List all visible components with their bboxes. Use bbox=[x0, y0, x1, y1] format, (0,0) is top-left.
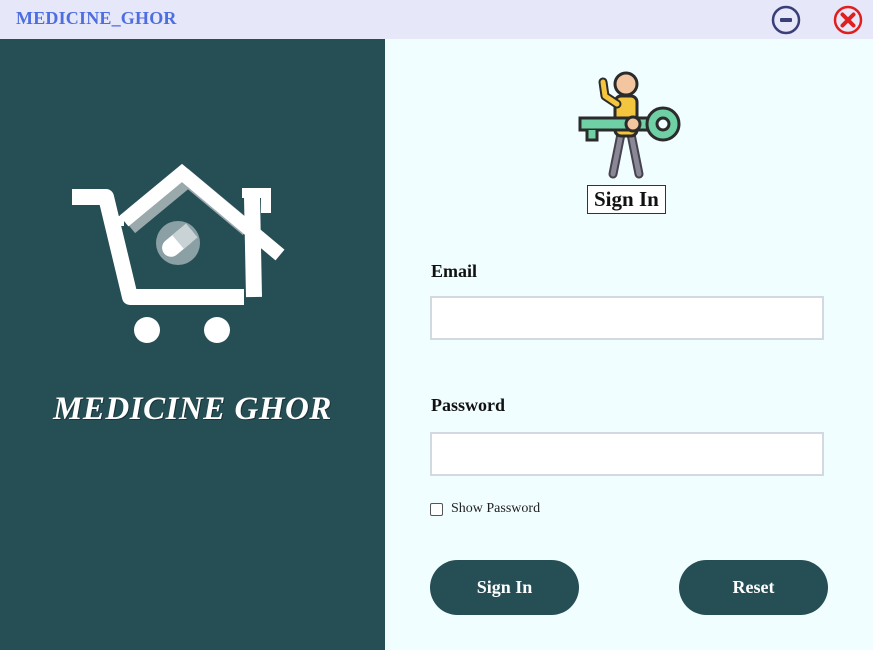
signin-button[interactable]: Sign In bbox=[430, 560, 579, 615]
email-label: Email bbox=[431, 261, 478, 281]
password-label: Password bbox=[431, 395, 506, 415]
signin-form: Sign In Email Password Show Password Sig… bbox=[385, 39, 873, 650]
show-password-checkbox[interactable] bbox=[430, 502, 443, 516]
show-password-toggle[interactable]: Show Password bbox=[430, 501, 540, 517]
minus-circle-icon bbox=[771, 5, 801, 35]
title-bar: MEDICINE_GHOR bbox=[0, 0, 873, 39]
password-field[interactable] bbox=[430, 432, 824, 476]
minimize-button[interactable] bbox=[771, 5, 801, 35]
show-password-label[interactable]: Show Password bbox=[451, 501, 540, 517]
signin-heading: Sign In bbox=[587, 185, 666, 214]
person-with-key-icon bbox=[578, 71, 681, 179]
brand-panel: MEDICINE GHOR bbox=[0, 39, 385, 650]
cart-house-pill-logo bbox=[72, 163, 285, 343]
app-title: MEDICINE_GHOR bbox=[16, 8, 177, 28]
reset-button[interactable]: Reset bbox=[679, 560, 828, 615]
close-circle-icon bbox=[833, 5, 863, 35]
brand-name: MEDICINE GHOR bbox=[53, 391, 332, 427]
close-button[interactable] bbox=[833, 5, 863, 35]
email-field[interactable] bbox=[430, 296, 824, 340]
